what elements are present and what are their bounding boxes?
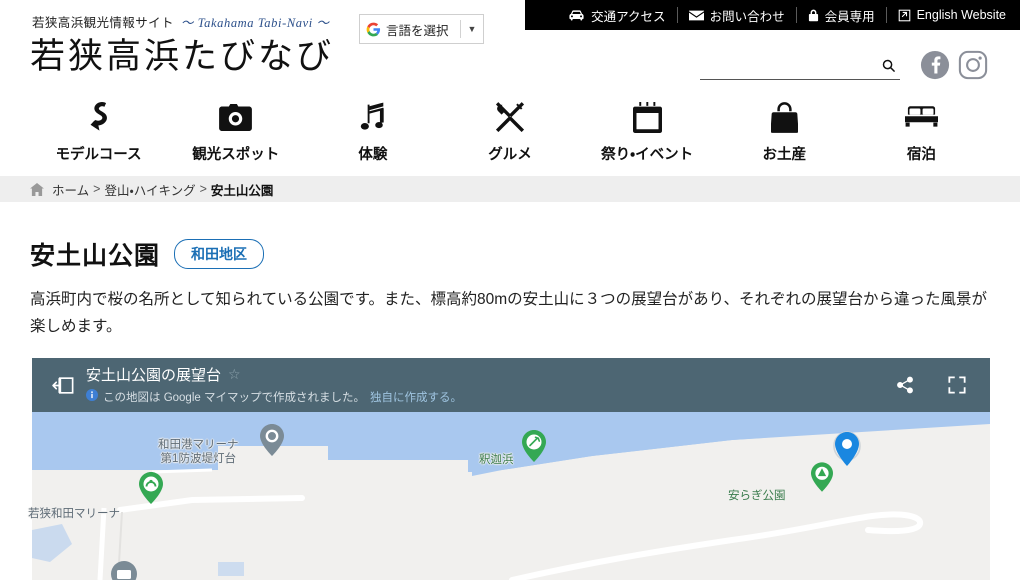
nav-label: モデルコース	[55, 147, 142, 163]
nav-label: 観光スポット	[192, 147, 280, 163]
nav-label: 体験	[358, 147, 388, 163]
mail-icon	[688, 10, 704, 21]
page-description: 高浜町内で桜の名所として知られている公園です。また、標高約80mの安土山に３つの…	[30, 291, 988, 336]
topbar-item-access[interactable]: 交通アクセス	[557, 7, 678, 24]
language-select-label: 言語を選択	[386, 23, 449, 38]
map-header: 安土山公園の展望台 ☆ この地図は Google マイマップで作成されました。 …	[32, 358, 990, 412]
nav-label: 祭り・イベント	[601, 147, 694, 163]
google-g-icon	[360, 22, 386, 37]
map-title-row: 安土山公園の展望台 ☆	[86, 364, 896, 385]
nav-label: お土産	[762, 147, 807, 163]
utility-navbar: 交通アクセス お問い合わせ 会員専用 English Website	[525, 0, 1020, 30]
social-links	[920, 50, 988, 80]
language-select[interactable]: 言語を選択 ▼	[359, 14, 484, 44]
map-title: 安土山公園の展望台	[86, 367, 222, 384]
info-icon	[86, 388, 98, 406]
share-icon[interactable]	[896, 376, 914, 394]
chevron-down-icon[interactable]: ▼	[461, 24, 483, 34]
page-title: 安土山公園	[30, 242, 161, 270]
breadcrumb: ホーム > 登山・ハイキング > 安土山公園	[0, 176, 1020, 202]
map-pin-shakahama[interactable]	[522, 430, 546, 467]
nav-item-model-course[interactable]: モデルコース	[30, 96, 167, 164]
breadcrumb-item-current: 安土山公園	[210, 183, 274, 198]
topbar-item-members[interactable]: 会員専用	[797, 7, 887, 24]
topbar-label: お問い合わせ	[709, 9, 785, 24]
search-input[interactable]	[700, 54, 876, 77]
nav-item-gourmet[interactable]: グルメ	[441, 96, 578, 164]
topbar-label: English Website	[916, 8, 1006, 22]
home-icon	[30, 182, 44, 196]
topbar-item-contact[interactable]: お問い合わせ	[678, 7, 797, 24]
star-outline-icon[interactable]: ☆	[228, 366, 241, 383]
search-bar[interactable]	[700, 52, 900, 80]
breadcrumb-separator: >	[199, 182, 207, 196]
map-pin-marina[interactable]	[139, 472, 163, 509]
topbar-item-english[interactable]: English Website	[887, 7, 1008, 23]
calendar-icon	[632, 100, 662, 134]
map-label-yasuragi-park: 安らぎ公園	[728, 490, 786, 502]
nav-item-souvenir[interactable]: お土産	[716, 96, 853, 164]
site-logo[interactable]: 若狭高浜たびなび	[30, 28, 334, 79]
instagram-icon[interactable]	[958, 50, 988, 80]
map-pin-yasuragi-park[interactable]	[811, 462, 833, 497]
car-icon	[568, 9, 585, 21]
nav-item-sightseeing[interactable]: 観光スポット	[167, 96, 304, 164]
route-icon	[84, 100, 114, 134]
nav-label: 宿泊	[906, 147, 936, 163]
map-create-own-link[interactable]: 独自に作成する。	[370, 389, 462, 405]
map-header-texts: 安土山公園の展望台 ☆ この地図は Google マイマップで作成されました。 …	[80, 364, 896, 406]
search-button[interactable]	[876, 54, 900, 78]
fullscreen-icon[interactable]	[948, 376, 966, 394]
bed-icon	[904, 100, 938, 134]
map-pin-lighthouse[interactable]	[260, 424, 284, 461]
shopping-bag-icon	[770, 100, 798, 134]
topbar-label: 交通アクセス	[591, 9, 666, 24]
map-subtitle: この地図は Google マイマップで作成されました。	[103, 392, 365, 404]
map-pin-selected-viewpoint[interactable]	[833, 430, 861, 475]
external-link-icon	[898, 9, 911, 22]
map-header-actions	[896, 376, 976, 394]
expand-sidebar-icon[interactable]	[46, 376, 80, 395]
google-my-map-embed[interactable]: 安土山公園の展望台 ☆ この地図は Google マイマップで作成されました。 …	[32, 358, 990, 580]
breadcrumb-separator: >	[93, 182, 101, 196]
lock-icon	[808, 9, 819, 22]
camera-icon	[219, 100, 253, 134]
main-navigation: モデルコース 観光スポット 体験 グルメ 祭り・イベント お土産 宿泊	[0, 96, 1020, 172]
page-title-row: 安土山公園 和田地区	[30, 236, 265, 272]
nav-label: グルメ	[488, 147, 532, 163]
fork-knife-icon	[495, 100, 525, 134]
music-note-icon	[360, 100, 386, 134]
topbar-label: 会員専用	[824, 9, 875, 24]
breadcrumb-item-home[interactable]: ホーム	[52, 180, 89, 199]
facebook-icon[interactable]	[920, 50, 950, 80]
breadcrumb-item-hiking[interactable]: 登山・ハイキング	[104, 180, 195, 199]
area-badge: 和田地区	[174, 239, 265, 269]
nav-item-lodging[interactable]: 宿泊	[853, 96, 990, 164]
map-label-marina: 若狭和田マリーナ	[28, 508, 120, 520]
map-label-lighthouse: 和田港マリーナ 第1防波堤灯台	[158, 439, 239, 466]
map-label-shakahama: 釈迦浜	[479, 454, 514, 466]
nav-item-events[interactable]: 祭り・イベント	[579, 96, 716, 164]
map-subtitle-row: この地図は Google マイマップで作成されました。 独自に作成する。	[86, 388, 896, 406]
nav-item-experience[interactable]: 体験	[304, 96, 441, 164]
